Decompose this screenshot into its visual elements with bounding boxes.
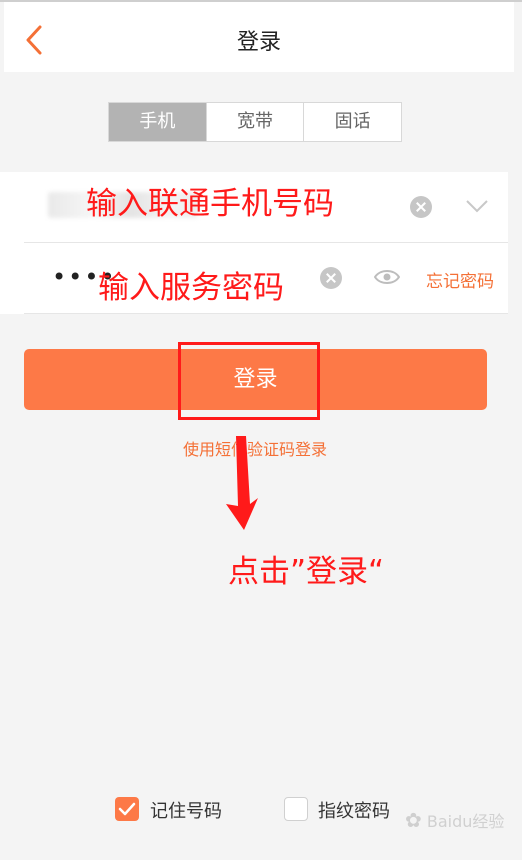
page-title: 登录: [236, 30, 281, 55]
annotation-arrow: [226, 436, 258, 530]
paw-icon: ✿: [405, 808, 422, 832]
annotation-password-hint: 输入服务密码: [98, 270, 284, 306]
annotation-click-hint: 点击”登录“: [228, 554, 385, 590]
tab-broadband[interactable]: 宽带: [205, 103, 304, 141]
forgot-password-link[interactable]: 忘记密码: [426, 267, 494, 292]
remember-number-label[interactable]: 记住号码: [150, 797, 222, 823]
clear-icon[interactable]: [410, 196, 432, 218]
remember-number-checkbox[interactable]: [115, 797, 139, 821]
fingerprint-password-checkbox[interactable]: [284, 797, 308, 821]
tab-mobile[interactable]: 手机: [109, 103, 206, 141]
watermark-text: Baidu经验: [426, 812, 505, 831]
header-bar: 登录: [4, 2, 514, 72]
checkmark-icon: [118, 802, 136, 816]
fingerprint-password-label[interactable]: 指纹密码: [318, 797, 390, 823]
eye-icon[interactable]: [374, 267, 400, 287]
tab-landline[interactable]: 固话: [303, 103, 401, 141]
annotation-phone-hint: 输入联通手机号码: [86, 186, 334, 222]
watermark: ✿ Baidu经验: [405, 808, 504, 832]
chevron-down-icon[interactable]: [464, 198, 490, 214]
login-type-tabs: 手机 宽带 固话: [108, 102, 402, 142]
annotation-highlight-box: [178, 342, 320, 420]
clear-icon[interactable]: [320, 267, 342, 289]
